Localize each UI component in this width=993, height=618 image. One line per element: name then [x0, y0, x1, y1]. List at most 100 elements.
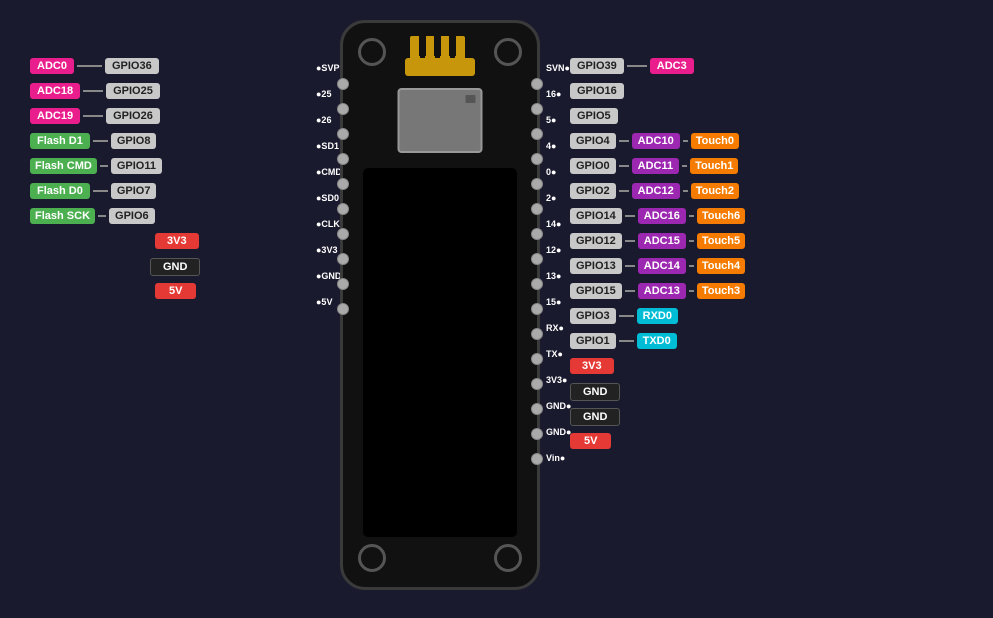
gpio-2: GPIO2: [570, 183, 616, 199]
blabel-svn: SVN●: [546, 55, 571, 80]
blabel-4: 4●: [546, 133, 571, 158]
func-3v3r: 3V3: [570, 358, 614, 374]
pin-dot: [531, 78, 543, 90]
func-touch4: Touch4: [697, 258, 745, 274]
line-4b: [683, 140, 688, 142]
pin-dot: [531, 303, 543, 315]
pin-dot: [337, 278, 349, 290]
func-5vr: 5V: [570, 433, 611, 449]
left-pin-dots: [337, 78, 349, 315]
line-13: [625, 265, 635, 267]
pin-dot: [337, 253, 349, 265]
line-adc0: [77, 65, 102, 67]
func-adc11: ADC11: [632, 158, 679, 174]
line-0b: [682, 165, 687, 167]
right-row-5v: 5V: [570, 433, 611, 449]
blabel-12: 12●: [546, 237, 571, 262]
line-15b: [689, 290, 694, 292]
corner-circle-tr: [494, 38, 522, 66]
pin-dot: [531, 253, 543, 265]
right-row-12: GPIO12 ADC15 Touch5: [570, 233, 745, 249]
left-row-adc0: ADC0 GPIO36: [30, 58, 159, 74]
gpio-5: GPIO5: [570, 108, 618, 124]
right-row-13: GPIO13 ADC14 Touch4: [570, 258, 745, 274]
line-tx: [619, 340, 634, 342]
line-svn: [627, 65, 647, 67]
left-row-gnd: GND: [150, 258, 200, 276]
gpio-14: GPIO14: [570, 208, 622, 224]
right-row-tx: GPIO1 TXD0: [570, 333, 677, 349]
func-flashsck: Flash SCK: [30, 208, 95, 224]
gpio-6: GPIO6: [109, 208, 155, 224]
blabel-15: 15●: [546, 289, 571, 314]
left-row-flashd1: Flash D1 GPIO8: [30, 133, 156, 149]
blabel-5: 5●: [546, 107, 571, 132]
line-12: [625, 240, 635, 242]
line-12b: [689, 240, 694, 242]
right-row-svn: GPIO39 ADC3: [570, 58, 694, 74]
blabel-16: 16●: [546, 81, 571, 106]
left-row-flashsck: Flash SCK GPIO6: [30, 208, 155, 224]
antenna-area: [400, 28, 480, 83]
gpio-26: GPIO26: [106, 108, 160, 124]
left-row-3v3: 3V3: [155, 233, 199, 249]
pin-dot: [337, 128, 349, 140]
func-gndr2: GND: [570, 408, 620, 426]
gpio-13: GPIO13: [570, 258, 622, 274]
blabel-14: 14●: [546, 211, 571, 236]
right-row-2: GPIO2 ADC12 Touch2: [570, 183, 739, 199]
func-adc15: ADC15: [638, 233, 686, 249]
line-flashcmd: [100, 165, 108, 167]
pin-dot: [531, 403, 543, 415]
func-flashd0: Flash D0: [30, 183, 90, 199]
func-gndr1: GND: [570, 383, 620, 401]
gpio-7: GPIO7: [111, 183, 157, 199]
pin-dot: [531, 228, 543, 240]
gpio-12: GPIO12: [570, 233, 622, 249]
func-adc14: ADC14: [638, 258, 686, 274]
right-pin-dots: [531, 78, 543, 465]
pin-dot: [531, 353, 543, 365]
line-flashd0: [93, 190, 108, 192]
gpio-36: GPIO36: [105, 58, 159, 74]
gpio-0: GPIO0: [570, 158, 616, 174]
line-14b: [689, 215, 694, 217]
func-rxd0: RXD0: [637, 308, 678, 324]
func-flashcmd: Flash CMD: [30, 158, 97, 174]
left-row-adc19: ADC19 GPIO26: [30, 108, 160, 124]
blabel-3v3r: 3V3●: [546, 367, 571, 392]
pin-dot: [531, 378, 543, 390]
gpio-8: GPIO8: [111, 133, 157, 149]
pin-dot: [531, 328, 543, 340]
blabel-tx: TX●: [546, 341, 571, 366]
right-row-5: GPIO5: [570, 108, 618, 124]
func-touch0: Touch0: [691, 133, 739, 149]
line-15: [625, 290, 635, 292]
line-adc19: [83, 115, 103, 117]
pin-dot: [531, 178, 543, 190]
blabel-gndr2: GND●: [546, 419, 571, 444]
line-2: [619, 190, 629, 192]
line-4: [619, 140, 629, 142]
corner-circle-bl: [358, 544, 386, 572]
blabel-rx: RX●: [546, 315, 571, 340]
blabel-13: 13●: [546, 263, 571, 288]
func-adc13: ADC13: [638, 283, 686, 299]
right-row-0: GPIO0 ADC11 Touch1: [570, 158, 738, 174]
left-row-flashd0: Flash D0 GPIO7: [30, 183, 156, 199]
func-5vl: 5V: [155, 283, 196, 299]
right-row-4: GPIO4 ADC10 Touch0: [570, 133, 739, 149]
right-row-16: GPIO16: [570, 83, 624, 99]
func-touch1: Touch1: [690, 158, 738, 174]
pin-dot: [531, 128, 543, 140]
corner-circle-tl: [358, 38, 386, 66]
wifi-module: [398, 88, 483, 153]
func-adc18: ADC18: [30, 83, 80, 99]
func-adc0: ADC0: [30, 58, 74, 74]
line-flashd1: [93, 140, 108, 142]
line-14: [625, 215, 635, 217]
pin-dot: [531, 103, 543, 115]
func-3v3l: 3V3: [155, 233, 199, 249]
pin-dot: [337, 203, 349, 215]
line-13b: [689, 265, 694, 267]
